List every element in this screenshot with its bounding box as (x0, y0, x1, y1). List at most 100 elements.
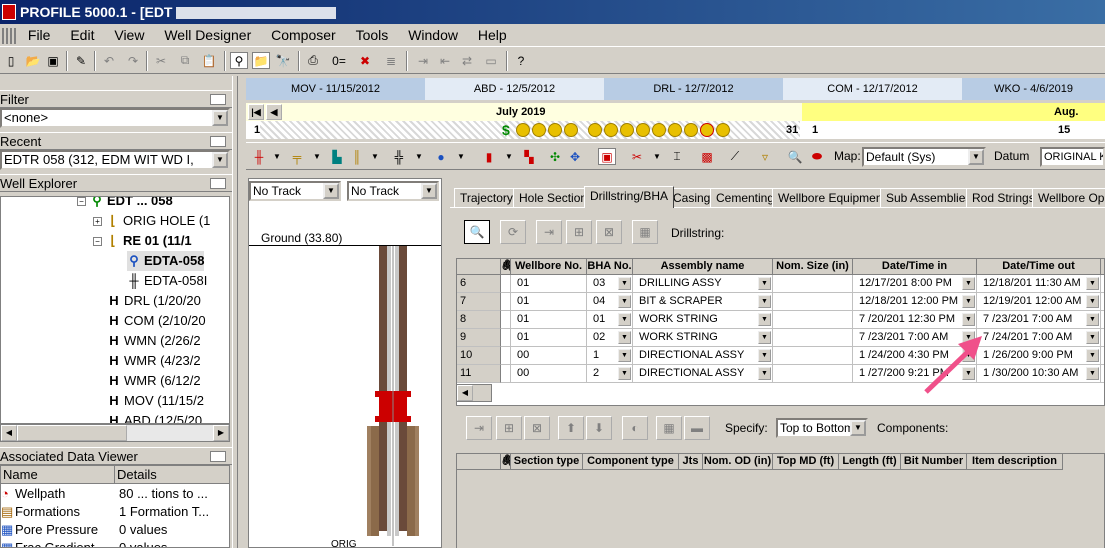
cell-wellbore[interactable]: 01 (511, 293, 587, 311)
adv-row[interactable]: ▦ Frac Gradient 0 values (1, 539, 229, 547)
chevron-down-icon[interactable]: ▼ (1086, 331, 1099, 344)
dropdown-icon[interactable]: ▼ (366, 148, 384, 165)
chevron-down-icon[interactable]: ▼ (962, 295, 975, 308)
menu-edit[interactable]: Edit (62, 24, 102, 46)
specify-select[interactable]: Top to Bottom ▼ (776, 418, 868, 438)
chevron-down-icon[interactable]: ▼ (758, 349, 771, 362)
dropdown-icon[interactable]: ▼ (268, 148, 286, 165)
col-section-type[interactable]: Section type (511, 454, 583, 470)
tree-item-re01[interactable]: − ⌊ RE 01 (11/1 (93, 231, 192, 251)
panel-collapse-icon[interactable] (210, 451, 226, 462)
cell-date-out[interactable]: 12/19/201 12:00 AM ▼ (977, 293, 1101, 311)
search-icon[interactable]: 🔍 (786, 148, 804, 165)
tree-item-design-2[interactable]: ╫ EDTA-058I (127, 271, 207, 291)
dropdown-icon[interactable]: ▼ (500, 148, 518, 165)
cell-date-in[interactable]: 12/17/201 8:00 PM ▼ (853, 275, 977, 293)
cell-num[interactable]: 9 (457, 329, 501, 347)
cut-icon[interactable]: ✂ (152, 52, 170, 69)
refresh-icon[interactable]: ⟳ (500, 220, 526, 244)
cell-num[interactable]: 10 (457, 347, 501, 365)
cell-bha[interactable]: 03 ▼ (587, 275, 633, 293)
col-date-in[interactable]: Date/Time in (853, 259, 977, 275)
cell-extra[interactable] (1101, 275, 1104, 293)
chevron-down-icon[interactable]: ▼ (962, 313, 975, 326)
cell-assembly[interactable]: DIRECTIONAL ASSY ▼ (633, 365, 773, 383)
cell-assembly[interactable]: DIRECTIONAL ASSY ▼ (633, 347, 773, 365)
paste-icon[interactable]: 📋 (200, 52, 218, 69)
phase-abd[interactable]: ABD - 12/5/2012 (425, 78, 604, 100)
map-select[interactable]: Default (Sys) ▼ (862, 147, 986, 167)
window-icon[interactable]: ▭ (482, 52, 500, 69)
col-nom-od[interactable]: Nom. OD (in) (703, 454, 773, 470)
menu-well-designer[interactable]: Well Designer (156, 24, 259, 46)
move-down-icon[interactable]: ⬇ (586, 416, 612, 440)
chevron-down-icon[interactable]: ▼ (758, 277, 771, 290)
tree-item-abd[interactable]: H ABD (12/5/20 (107, 411, 202, 423)
scroll-left-icon[interactable]: ◀ (1, 425, 17, 441)
cell-attachment[interactable] (501, 329, 511, 347)
crossover-icon[interactable]: ✣ (546, 148, 564, 165)
col-bha-no[interactable]: BHA No. (587, 259, 633, 275)
well-explorer-icon[interactable]: ⚲ (230, 52, 248, 69)
cell-assembly[interactable]: WORK STRING ▼ (633, 329, 773, 347)
delete-component-icon[interactable]: ⊠ (524, 416, 550, 440)
catalog-icon[interactable]: ▦ (656, 416, 682, 440)
save-icon[interactable]: ▣ (44, 52, 62, 69)
cell-size[interactable] (773, 365, 853, 383)
wellhead-icon[interactable]: ⌶ (668, 148, 686, 165)
menu-help[interactable]: Help (470, 24, 515, 46)
tool-icon[interactable]: ✂ (628, 148, 646, 165)
dropdown-icon[interactable]: ▼ (452, 148, 470, 165)
recent-combo[interactable]: EDTR 058 (312, EDM WIT WD I, ▼ (0, 150, 230, 170)
tree-item-well[interactable]: − ⚲ EDT ... 058 (77, 197, 173, 211)
adv-row[interactable]: ▤ Formations 1 Formation T... (1, 503, 229, 521)
col-wellbore-no[interactable]: Wellbore No. (511, 259, 587, 275)
col-bit-number[interactable]: Bit Number (901, 454, 967, 470)
casing-icon[interactable]: ║ (348, 148, 366, 165)
phase-wko[interactable]: WKO - 4/6/2019 (962, 78, 1105, 100)
col-top-md[interactable]: Top MD (ft) (773, 454, 839, 470)
chevron-down-icon[interactable]: ▼ (758, 331, 771, 344)
menu-view[interactable]: View (106, 24, 152, 46)
expand-icon[interactable]: + (93, 217, 102, 227)
cell-wellbore[interactable]: 01 (511, 275, 587, 293)
tree-item-drl[interactable]: H DRL (1/20/20 (107, 291, 201, 311)
chevron-down-icon[interactable]: ▼ (421, 183, 437, 199)
cell-attachment[interactable] (501, 311, 511, 329)
phase-com[interactable]: COM - 12/17/2012 (783, 78, 962, 100)
cell-attachment[interactable] (501, 293, 511, 311)
tree-item-mov[interactable]: H MOV (11/15/2 (107, 391, 204, 411)
col-nom-size[interactable]: Nom. Size (in) (773, 259, 853, 275)
chevron-down-icon[interactable]: ▼ (1086, 367, 1099, 380)
dropdown-icon[interactable]: ▼ (308, 148, 326, 165)
insert-row-icon[interactable]: ⇥ (536, 220, 562, 244)
col-date-out[interactable]: Date/Time out (977, 259, 1101, 275)
cell-size[interactable] (773, 329, 853, 347)
view-details-icon[interactable]: 🔍 (464, 220, 490, 244)
tab-cementing[interactable]: Cementing (710, 188, 781, 207)
tab-wellbore-open[interactable]: Wellbore Open (1032, 188, 1105, 207)
col-extra[interactable] (1101, 259, 1104, 275)
units-icon[interactable]: 0= (330, 52, 348, 69)
stack-icon[interactable]: ≣ (382, 52, 400, 69)
col-jts[interactable]: Jts (679, 454, 703, 470)
tab-hole-section[interactable]: Hole Section (513, 188, 594, 207)
add-row-icon[interactable]: ⊞ (566, 220, 592, 244)
lock-icon[interactable]: ✖ (356, 52, 374, 69)
cell-assembly[interactable]: BIT & SCRAPER ▼ (633, 293, 773, 311)
tree-item-orig-hole[interactable]: + ⌊ ORIG HOLE (1 (93, 211, 210, 231)
menu-window[interactable]: Window (400, 24, 466, 46)
cell-date-in[interactable]: 12/18/201 12:00 PM ▼ (853, 293, 977, 311)
cell-bha[interactable]: 02 ▼ (587, 329, 633, 347)
open-folder-icon[interactable]: 📂 (24, 52, 42, 69)
panel-collapse-icon[interactable] (210, 94, 226, 105)
cell-wellbore[interactable]: 00 (511, 347, 587, 365)
cell-extra[interactable]: 6 (1101, 293, 1104, 311)
packer-icon[interactable]: ▮ (480, 148, 498, 165)
add-component-icon[interactable]: ⊞ (496, 416, 522, 440)
mud-icon[interactable]: ╤ (288, 148, 306, 165)
panel-collapse-icon[interactable] (210, 178, 226, 189)
phase-mov[interactable]: MOV - 11/15/2012 (246, 78, 425, 100)
valve-icon[interactable]: ▩ (698, 148, 716, 165)
stabilizer-icon[interactable]: ◐ (622, 416, 648, 440)
